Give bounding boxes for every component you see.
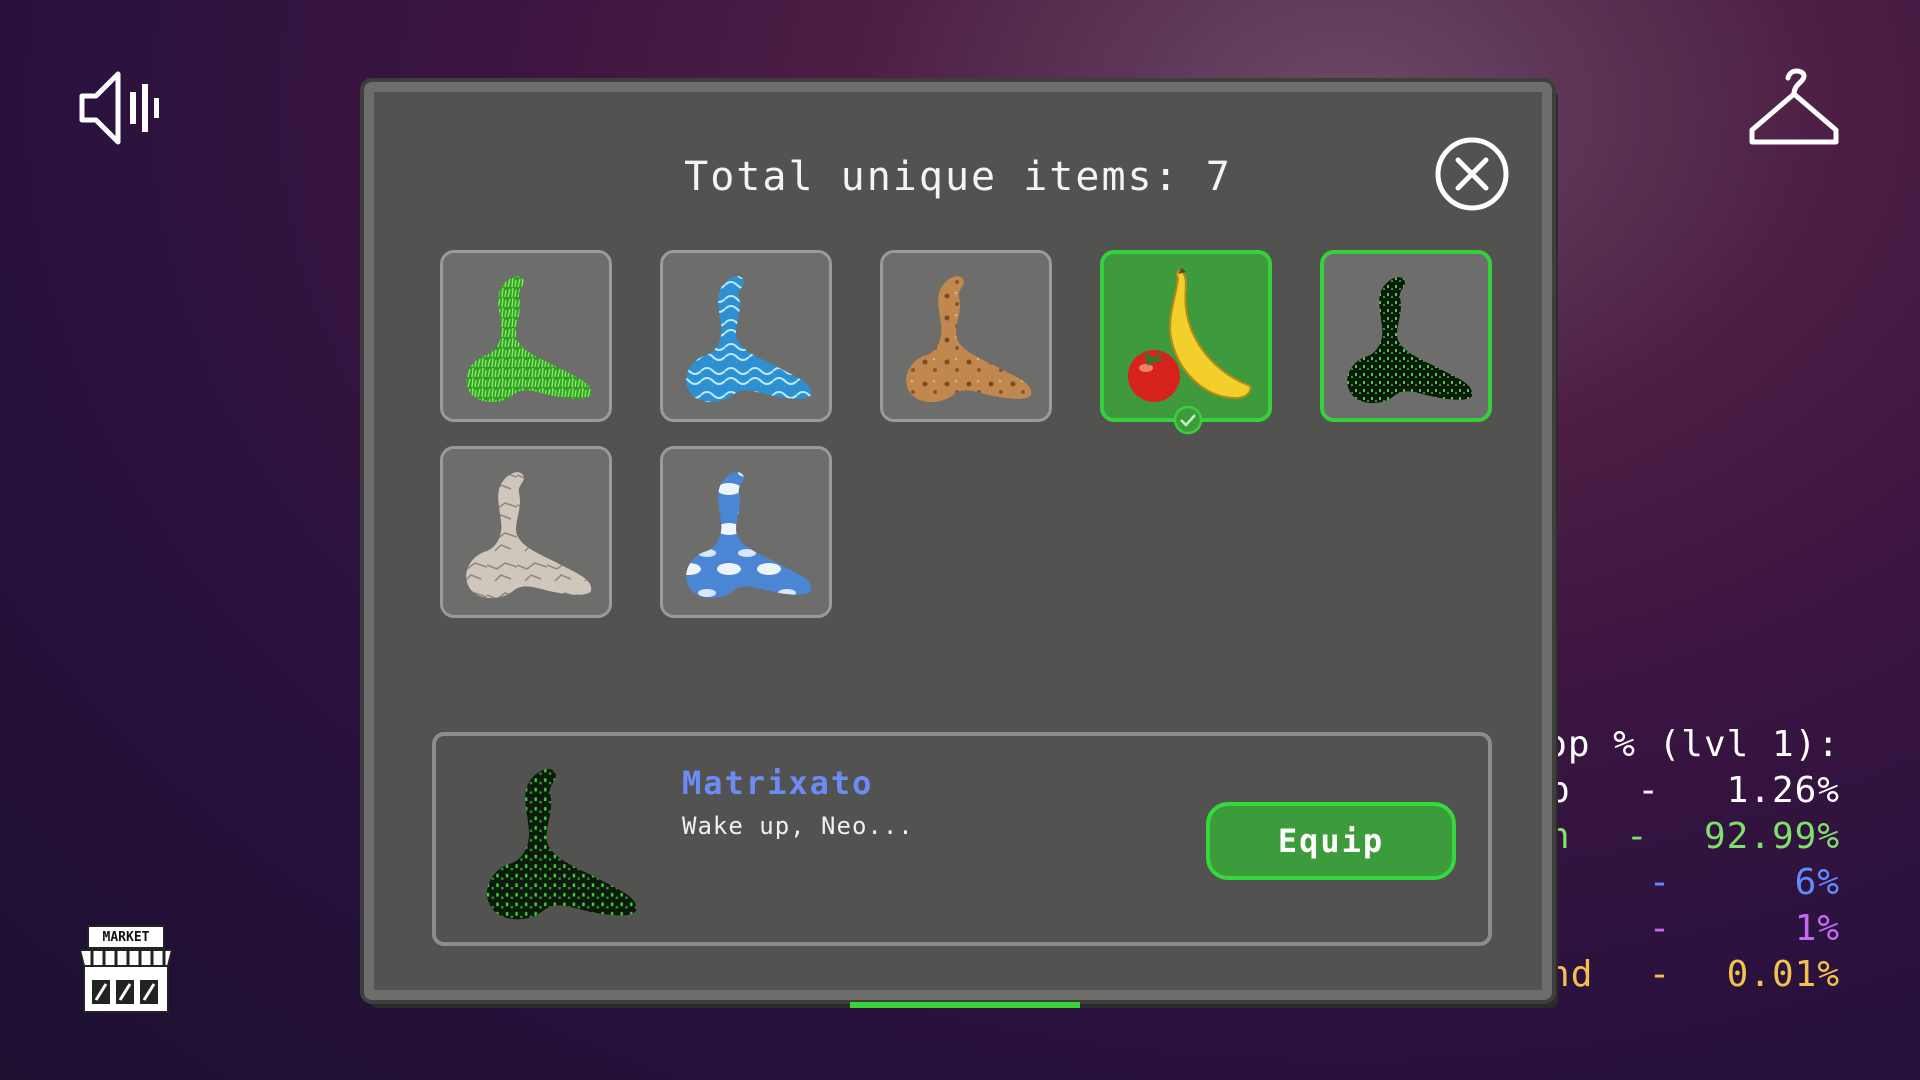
market-button[interactable]: MARKET — [78, 924, 174, 1016]
stone-skin-icon — [457, 463, 601, 607]
inventory-slot-water[interactable] — [660, 250, 832, 422]
close-icon — [1435, 137, 1509, 211]
item-description: Wake up, Neo... — [682, 812, 914, 840]
item-name: Matrixato — [682, 764, 874, 802]
drop-rate-dash: - — [1648, 908, 1672, 949]
inventory-slot-stone[interactable] — [440, 446, 612, 618]
item-detail-panel: Matrixato Wake up, Neo... Equip — [432, 732, 1492, 946]
equipped-check-icon — [1173, 405, 1203, 435]
drop-rate-value: 0.01% — [1726, 954, 1840, 995]
clothes-hanger-icon — [1749, 68, 1839, 145]
equip-button[interactable]: Equip — [1206, 802, 1456, 880]
water-skin-icon — [677, 267, 821, 411]
inventory-slot-banana-tomato[interactable] — [1100, 250, 1272, 435]
inventory-slot-cookie[interactable] — [880, 250, 1052, 422]
matrix-skin-preview-icon — [470, 758, 654, 930]
sky-skin-icon — [677, 463, 821, 607]
drop-rate-dash: - — [1648, 862, 1672, 903]
modal-bottom-indicator — [850, 1002, 1080, 1008]
wardrobe-button[interactable] — [1748, 68, 1840, 150]
matrix-skin-icon — [1338, 268, 1482, 412]
drop-rate-value: 92.99% — [1703, 816, 1840, 857]
drop-rate-value: 1.26% — [1726, 770, 1840, 811]
close-button[interactable] — [1434, 136, 1510, 212]
banana-tomato-skin-icon — [1128, 268, 1252, 402]
speaker-volume-icon — [79, 71, 159, 145]
modal-title: Total unique items: 7 — [684, 154, 1232, 200]
inventory-slot-sky[interactable] — [660, 446, 832, 618]
inventory-slot-matrix[interactable] — [1320, 250, 1492, 422]
drop-rate-value: 6% — [1794, 862, 1840, 903]
inventory-slot-grass[interactable] — [440, 250, 612, 422]
market-label: MARKET — [102, 930, 150, 945]
sound-toggle-button[interactable] — [78, 68, 160, 148]
drop-rate-dash: - — [1648, 954, 1672, 995]
inventory-modal: Total unique items: 7 Matrixato Wake up,… — [364, 82, 1552, 1008]
drop-rate-dash: - — [1625, 816, 1649, 857]
cookie-skin-icon — [897, 267, 1041, 411]
drop-rate-value: 1% — [1794, 908, 1840, 949]
drop-rate-dash: - — [1637, 770, 1660, 811]
grass-skin-icon — [457, 267, 601, 411]
